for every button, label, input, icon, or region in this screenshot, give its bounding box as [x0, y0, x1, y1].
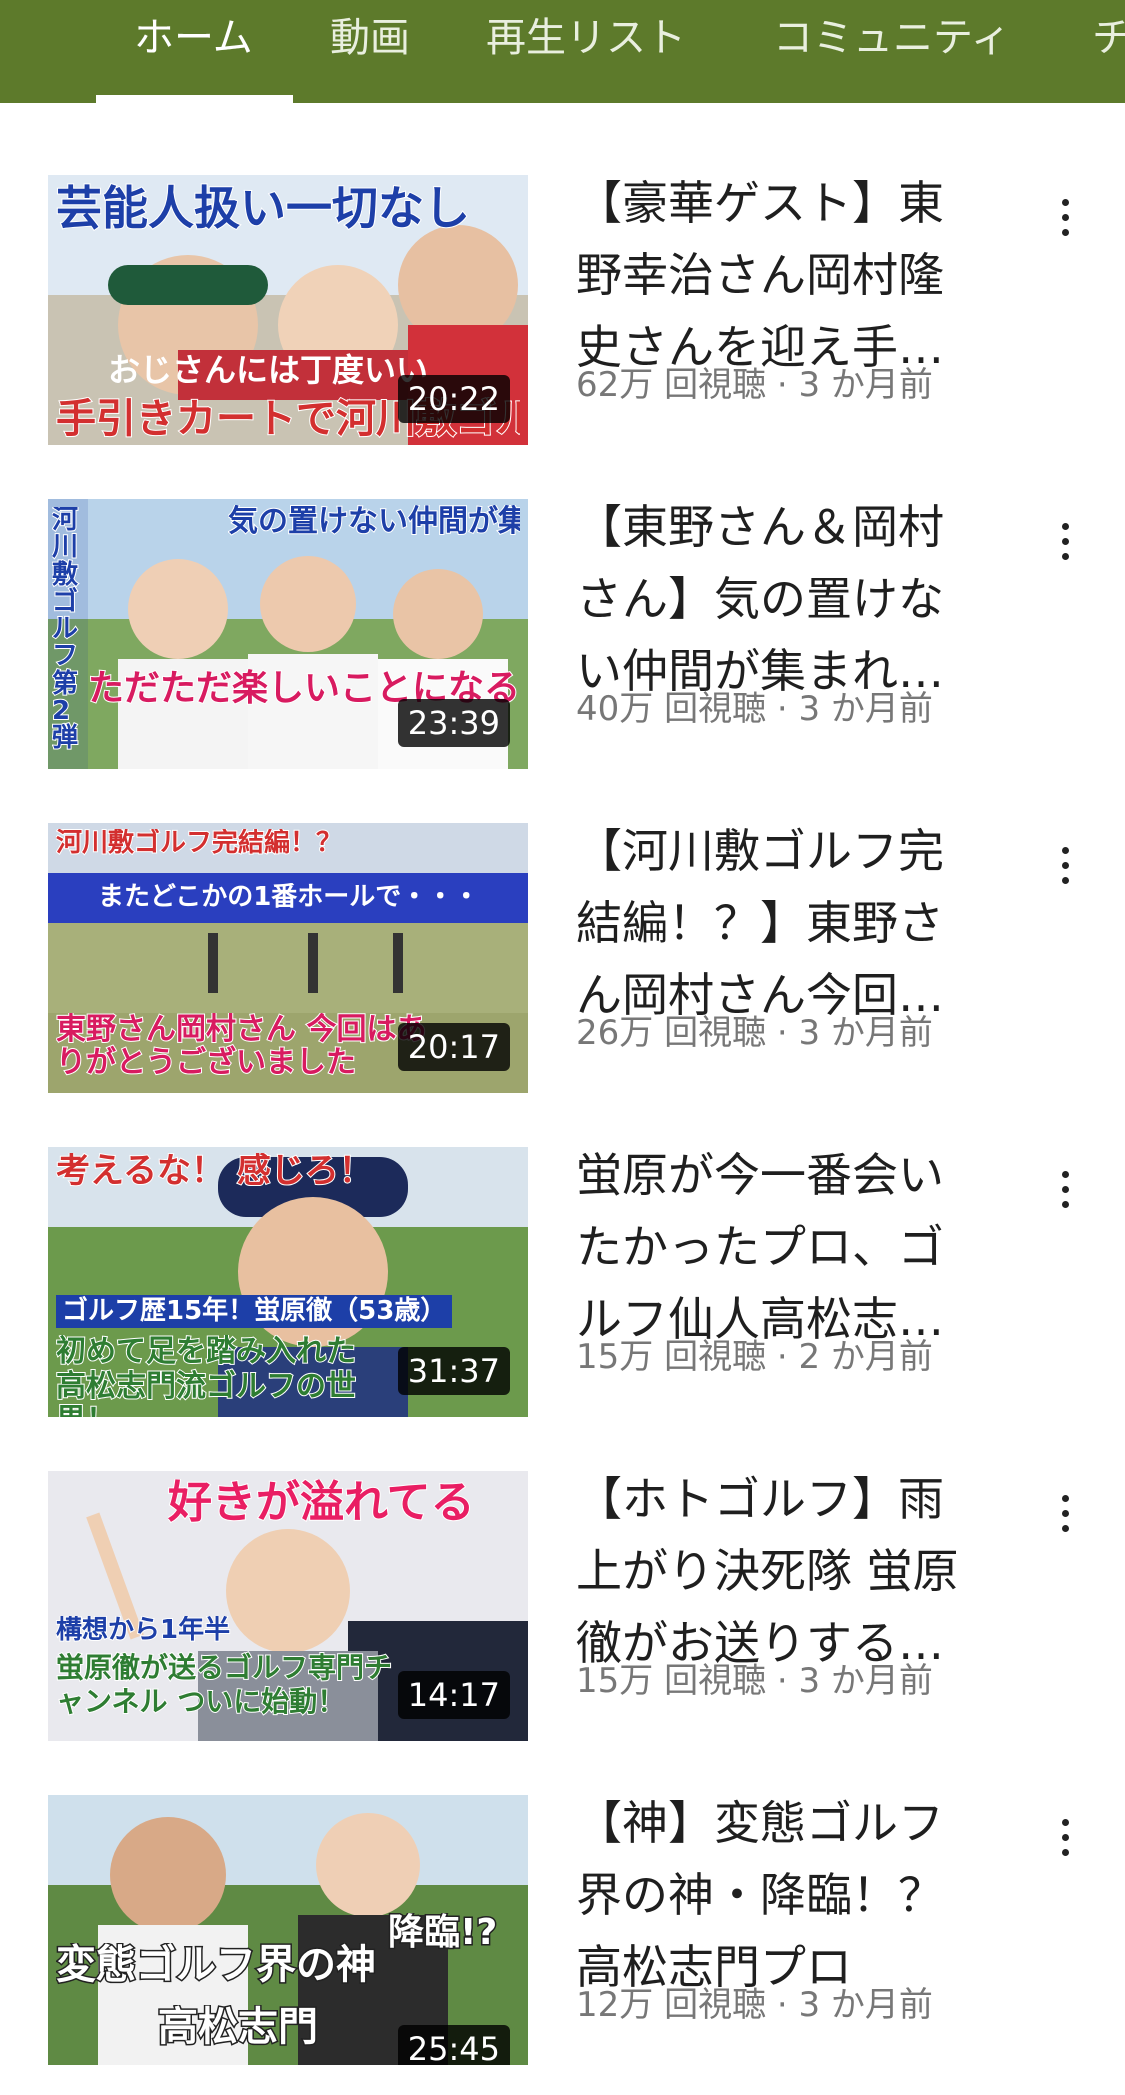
video-title[interactable]: 【神】変態ゴルフ界の神・降臨！？高松志門プロ	[576, 1787, 976, 2003]
video-meta: 26万 回視聴 · 3 か月前	[576, 1013, 933, 1053]
thumbnail-text-top: 芸能人扱い一切なし	[56, 183, 471, 234]
tab-playlists[interactable]: 再生リスト	[486, 8, 686, 68]
video-duration: 23:39	[397, 699, 510, 747]
video-item[interactable]: 変態ゴルフ界の神 降臨!? 高松志門 25:45 【神】変態ゴルフ界の神・降臨！…	[0, 1795, 1125, 2095]
video-thumbnail[interactable]: 考えるな！ 感じろ！ ゴルフ歴15年！蛍原徹（53歳） 初めて足を踏み入れた 高…	[48, 1147, 528, 1417]
thumbnail-text-side: 河川敷ゴルフ第2弾	[52, 507, 79, 753]
video-meta: 15万 回視聴 · 3 か月前	[576, 1661, 933, 1701]
video-thumbnail[interactable]: 気の置けない仲間が集まれば ただただ楽しいことになる 河川敷ゴルフ第2弾 23:…	[48, 499, 528, 769]
video-meta: 15万 回視聴 · 2 か月前	[576, 1337, 933, 1377]
video-thumbnail[interactable]: 河川敷ゴルフ完結編！？ またどこかの1番ホールで・・・ 東野さん岡村さん 今回は…	[48, 823, 528, 1093]
active-tab-indicator	[96, 95, 293, 103]
video-title[interactable]: 【東野さん＆岡村さん】気の置けない仲間が集まれ…	[576, 491, 976, 707]
thumbnail-text-middle: 構想から1年半	[56, 1616, 231, 1645]
video-thumbnail[interactable]: 変態ゴルフ界の神 降臨!? 高松志門 25:45	[48, 1795, 528, 2065]
video-title[interactable]: 【豪華ゲスト】東野幸治さん岡村隆史さんを迎え手…	[576, 167, 976, 383]
thumbnail-text-middle: またどこかの1番ホールで・・・	[98, 883, 480, 912]
video-meta: 40万 回視聴 · 3 か月前	[576, 689, 933, 729]
video-item[interactable]: 気の置けない仲間が集まれば ただただ楽しいことになる 河川敷ゴルフ第2弾 23:…	[0, 499, 1125, 799]
video-thumbnail[interactable]: 好きが溢れてる 構想から1年半 蛍原徹が送るゴルフ専門チャンネル ついに始動！ …	[48, 1471, 528, 1741]
video-item[interactable]: 河川敷ゴルフ完結編！？ またどこかの1番ホールで・・・ 東野さん岡村さん 今回は…	[0, 823, 1125, 1123]
tab-channels-partial[interactable]: チ	[1092, 8, 1125, 68]
thumbnail-text-bottom: 蛍原徹が送るゴルフ専門チャンネル ついに始動！	[56, 1651, 393, 1718]
video-duration: 20:17	[397, 1023, 510, 1071]
tab-home[interactable]: ホーム	[134, 8, 253, 68]
more-vert-icon	[1061, 846, 1069, 884]
more-vert-icon	[1061, 1818, 1069, 1856]
video-item[interactable]: 好きが溢れてる 構想から1年半 蛍原徹が送るゴルフ専門チャンネル ついに始動！ …	[0, 1471, 1125, 1771]
video-item[interactable]: 芸能人扱い一切なし おじさんには丁度いい 手引きカートで河川敷ゴルフ 20:22…	[0, 175, 1125, 475]
thumbnail-text-bottom: 初めて足を踏み入れた 高松志門流ゴルフの世界！	[56, 1335, 357, 1417]
more-options-button[interactable]	[1045, 1161, 1085, 1217]
thumbnail-text-middle: ゴルフ歴15年！蛍原徹（53歳）	[56, 1295, 453, 1328]
more-options-button[interactable]	[1045, 189, 1085, 245]
more-vert-icon	[1061, 1494, 1069, 1532]
more-options-button[interactable]	[1045, 837, 1085, 893]
more-options-button[interactable]	[1045, 1809, 1085, 1865]
more-options-button[interactable]	[1045, 1485, 1085, 1541]
thumbnail-text-top: 気の置けない仲間が集まれば	[228, 505, 520, 538]
video-title[interactable]: 蛍原が今一番会いたかったプロ、ゴルフ仙人高松志…	[576, 1139, 976, 1355]
video-duration: 14:17	[397, 1671, 510, 1719]
video-title[interactable]: 【ホトゴルフ】雨上がり決死隊 蛍原徹がお送りする…	[576, 1463, 976, 1679]
video-item[interactable]: 考えるな！ 感じろ！ ゴルフ歴15年！蛍原徹（53歳） 初めて足を踏み入れた 高…	[0, 1147, 1125, 1447]
more-vert-icon	[1061, 522, 1069, 560]
video-duration: 20:22	[397, 375, 510, 423]
thumbnail-text-top: 考えるな！ 感じろ！	[56, 1153, 374, 1191]
thumbnail-text-bottom: 東野さん岡村さん 今回はありがとうございました	[56, 1013, 427, 1079]
more-options-button[interactable]	[1045, 513, 1085, 569]
more-vert-icon	[1061, 198, 1069, 236]
video-meta: 62万 回視聴 · 3 か月前	[576, 365, 933, 405]
video-meta: 12万 回視聴 · 3 か月前	[576, 1985, 933, 2025]
video-duration: 31:37	[397, 1347, 510, 1395]
more-vert-icon	[1061, 1170, 1069, 1208]
thumbnail-text-middle: 降臨!?	[388, 1913, 499, 1953]
tab-community[interactable]: コミュニティ	[773, 8, 1011, 68]
thumbnail-text-top: 河川敷ゴルフ完結編！？	[56, 829, 343, 858]
channel-tab-bar: ホーム 動画 再生リスト コミュニティ チ	[0, 0, 1125, 103]
tab-videos[interactable]: 動画	[330, 8, 410, 68]
video-thumbnail[interactable]: 芸能人扱い一切なし おじさんには丁度いい 手引きカートで河川敷ゴルフ 20:22	[48, 175, 528, 445]
video-duration: 25:45	[397, 2025, 510, 2065]
thumbnail-text-top: 好きが溢れてる	[168, 1479, 476, 1528]
video-title[interactable]: 【河川敷ゴルフ完結編！？】東野さん岡村さん今回…	[576, 815, 976, 1031]
